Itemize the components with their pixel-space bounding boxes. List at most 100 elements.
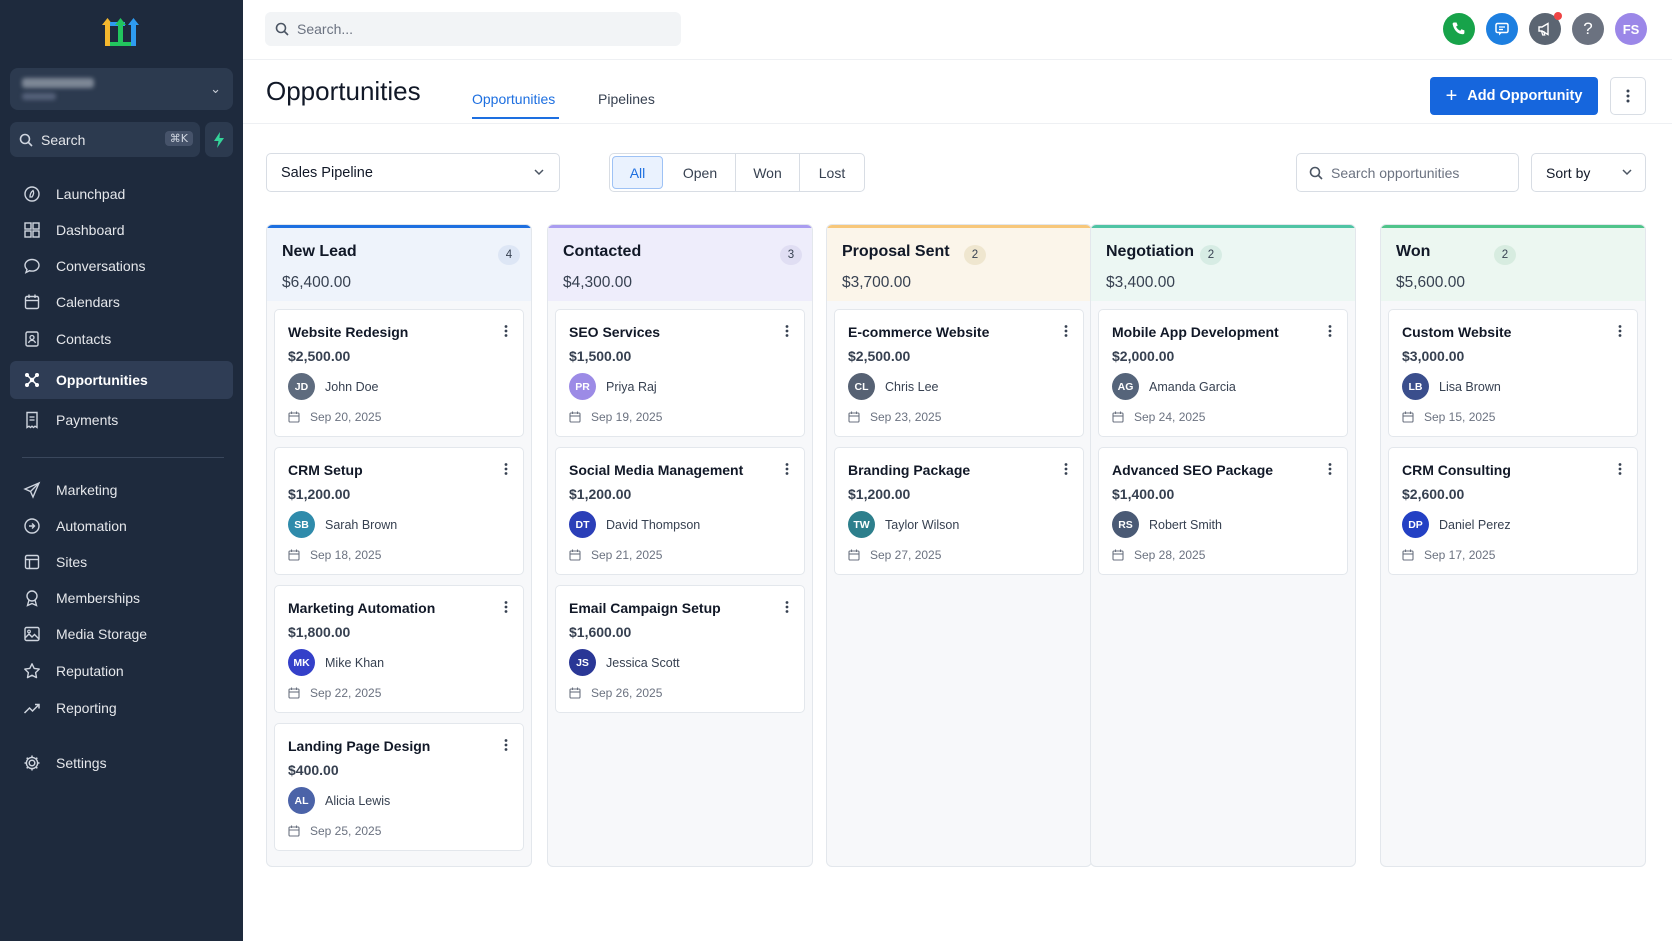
opportunity-amount: $2,000.00 — [1112, 348, 1175, 364]
chevron-down-icon — [534, 169, 544, 176]
opportunity-search[interactable] — [1296, 153, 1519, 192]
avatar: AG — [1112, 373, 1139, 400]
sidebar-item-label: Launchpad — [56, 186, 126, 202]
app-logo[interactable] — [101, 14, 141, 50]
opportunity-card[interactable]: Mobile App Development $2,000.00 AG Amanda … — [1098, 309, 1348, 437]
opportunity-card[interactable]: Social Media Management $1,200.00 DT David … — [555, 447, 805, 575]
pipeline-select[interactable]: Sales Pipeline — [266, 153, 560, 192]
card-menu-button[interactable] — [1059, 460, 1073, 478]
sidebar-item-label: Media Storage — [56, 626, 148, 642]
card-menu-button[interactable] — [499, 598, 513, 616]
sidebar-item-media-storage[interactable]: Media Storage — [10, 615, 233, 653]
sidebar-search-label: Search — [41, 131, 86, 148]
column-count-badge: 4 — [498, 245, 520, 265]
global-search-input[interactable] — [297, 21, 677, 37]
assignee: CL Chris Lee — [848, 373, 1070, 400]
gear-icon — [22, 753, 42, 773]
opportunity-amount: $400.00 — [288, 762, 339, 778]
opportunity-card[interactable]: CRM Setup $1,200.00 SB Sarah Brown Sep 18, 2… — [274, 447, 524, 575]
announcements-button[interactable] — [1529, 12, 1562, 45]
due-date: Sep 26, 2025 — [569, 686, 791, 700]
opportunity-card[interactable]: Branding Package $1,200.00 TW Taylor Wilson… — [834, 447, 1084, 575]
status-filter-lost[interactable]: Lost — [800, 154, 864, 191]
add-opportunity-button[interactable]: + Add Opportunity — [1430, 77, 1598, 115]
opportunity-card[interactable]: Email Campaign Setup $1,600.00 JS Jessica S… — [555, 585, 805, 713]
status-filter-won[interactable]: Won — [736, 154, 800, 191]
assignee: RS Robert Smith — [1112, 511, 1334, 538]
card-menu-button[interactable] — [780, 598, 794, 616]
due-date: Sep 22, 2025 — [288, 686, 510, 700]
due-date-text: Sep 18, 2025 — [310, 548, 382, 562]
status-filter-open[interactable]: Open — [665, 154, 736, 191]
opportunity-card[interactable]: Marketing Automation $1,800.00 MK Mike Khan… — [274, 585, 524, 713]
chat-button[interactable] — [1486, 13, 1518, 45]
account-name-blurred — [22, 78, 94, 88]
status-filter-all[interactable]: All — [612, 156, 663, 189]
chat-bubble-icon — [22, 256, 42, 276]
sidebar-item-settings[interactable]: Settings — [10, 744, 233, 782]
column-title: Contacted — [563, 243, 642, 260]
sort-dropdown[interactable]: Sort by — [1531, 153, 1646, 192]
tab-opportunities[interactable]: Opportunities — [472, 91, 555, 107]
sidebar-item-dashboard[interactable]: Dashboard — [10, 211, 233, 249]
card-menu-button[interactable] — [780, 322, 794, 340]
assignee-name: John Doe — [325, 379, 379, 394]
user-avatar[interactable]: FS — [1615, 13, 1647, 45]
global-search[interactable] — [265, 12, 681, 46]
sidebar-search[interactable]: Search ⌘K — [10, 122, 200, 157]
card-menu-button[interactable] — [499, 322, 513, 340]
sort-label: Sort by — [1546, 164, 1591, 181]
avatar: SB — [288, 511, 315, 538]
opportunity-card[interactable]: SEO Services $1,500.00 PR Priya Raj Sep 19, … — [555, 309, 805, 437]
sidebar-item-label: Automation — [56, 518, 127, 534]
opportunity-search-input[interactable] — [1331, 164, 1511, 181]
assignee-name: Taylor Wilson — [885, 517, 960, 532]
automation-icon — [22, 516, 42, 536]
tab-pipelines[interactable]: Pipelines — [598, 91, 655, 107]
due-date-text: Sep 23, 2025 — [870, 410, 942, 424]
sidebar-item-automation[interactable]: Automation — [10, 507, 233, 545]
sidebar-item-sites[interactable]: Sites — [10, 543, 233, 581]
opportunity-card[interactable]: Website Redesign $2,500.00 JD John Doe Sep 2… — [274, 309, 524, 437]
opportunity-title: Marketing Automation — [288, 600, 436, 616]
opportunity-card[interactable]: CRM Consulting $2,600.00 DP Daniel Perez Sep… — [1388, 447, 1638, 575]
opportunity-card[interactable]: Custom Website $3,000.00 LB Lisa Brown Sep 1… — [1388, 309, 1638, 437]
opportunity-amount: $3,000.00 — [1402, 348, 1465, 364]
sidebar-item-calendars[interactable]: Calendars — [10, 283, 233, 321]
receipt-icon — [22, 410, 42, 430]
sidebar-item-opportunities[interactable]: Opportunities — [10, 361, 233, 399]
card-menu-button[interactable] — [780, 460, 794, 478]
account-switcher[interactable]: ⌄ — [10, 68, 233, 110]
card-menu-button[interactable] — [499, 736, 513, 754]
kebab-menu-icon — [1618, 325, 1622, 337]
opportunity-card[interactable]: Advanced SEO Package $1,400.00 RS Robert Sm… — [1098, 447, 1348, 575]
sidebar-item-reputation[interactable]: Reputation — [10, 652, 233, 690]
kebab-menu-icon — [504, 601, 508, 613]
sidebar-item-label: Payments — [56, 412, 119, 428]
card-menu-button[interactable] — [1323, 322, 1337, 340]
sidebar-item-reporting[interactable]: Reporting — [10, 689, 233, 727]
opportunity-card[interactable]: E-commerce Website $2,500.00 CL Chris Lee Se… — [834, 309, 1084, 437]
kebab-menu-icon — [1328, 463, 1332, 475]
more-options-button[interactable] — [1610, 77, 1646, 115]
card-menu-button[interactable] — [1613, 460, 1627, 478]
quick-action-button[interactable] — [205, 122, 233, 157]
sidebar-item-payments[interactable]: Payments — [10, 401, 233, 439]
sidebar-item-memberships[interactable]: Memberships — [10, 579, 233, 617]
sidebar-item-conversations[interactable]: Conversations — [10, 247, 233, 285]
column-header: Negotiation 2 $3,400.00 — [1091, 225, 1355, 301]
assignee-name: Priya Raj — [606, 379, 657, 394]
card-menu-button[interactable] — [1613, 322, 1627, 340]
card-menu-button[interactable] — [1323, 460, 1337, 478]
sidebar-item-label: Opportunities — [56, 372, 148, 388]
card-menu-button[interactable] — [1059, 322, 1073, 340]
sidebar-item-contacts[interactable]: Contacts — [10, 320, 233, 358]
sidebar-item-marketing[interactable]: Marketing — [10, 471, 233, 509]
help-button[interactable]: ? — [1572, 13, 1604, 45]
opportunity-title: Branding Package — [848, 462, 971, 478]
card-menu-button[interactable] — [499, 460, 513, 478]
sidebar-item-launchpad[interactable]: Launchpad — [10, 175, 233, 213]
calendar-icon — [1112, 549, 1124, 561]
phone-button[interactable] — [1443, 13, 1475, 45]
opportunity-card[interactable]: Landing Page Design $400.00 AL Alicia Lewis… — [274, 723, 524, 851]
